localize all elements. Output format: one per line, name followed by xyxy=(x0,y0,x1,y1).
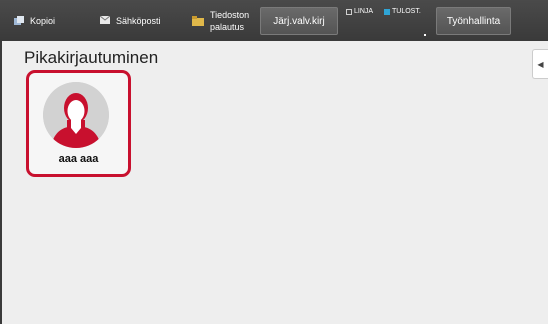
user-silhouette-icon xyxy=(43,82,109,148)
email-icon xyxy=(99,15,111,25)
tab-copy-label: Kopioi xyxy=(30,15,56,26)
status-dot-icon xyxy=(424,34,426,36)
line-indicator-icon xyxy=(346,8,352,15)
tab-copy[interactable]: Kopioi xyxy=(0,0,82,41)
tab-email-label: Sähköposti xyxy=(116,15,161,26)
tab-file-retrieval[interactable]: Tiedoston palautus xyxy=(174,0,260,41)
top-toolbar: Kopioi Sähköposti Tiedoston palautus Jär… xyxy=(0,0,548,41)
copy-icon xyxy=(14,16,24,25)
print-status-label: TULOST. xyxy=(392,8,421,15)
status-indicators: LINJA TULOST. xyxy=(338,0,436,41)
tab-email[interactable]: Sähköposti xyxy=(82,0,174,41)
quick-login-panel: Pikakirjautuminen ◀ aaa aaa xyxy=(0,41,548,324)
job-monitor-button[interactable]: Järj.valv.kirj xyxy=(260,7,338,35)
collapse-arrow-icon: ◀ xyxy=(537,59,544,69)
line-status: LINJA xyxy=(346,8,373,15)
print-status: TULOST. xyxy=(384,8,421,15)
page-title: Pikakirjautuminen xyxy=(24,48,159,67)
user-card[interactable]: aaa aaa xyxy=(26,70,131,177)
folder-icon xyxy=(192,15,204,26)
user-name: aaa aaa xyxy=(58,153,99,165)
side-panel-toggle[interactable]: ◀ xyxy=(532,49,548,79)
line-status-label: LINJA xyxy=(354,8,374,15)
print-indicator-icon xyxy=(384,8,390,15)
job-status-button[interactable]: Työnhallinta xyxy=(436,7,511,35)
tab-file-retrieval-label: Tiedoston palautus xyxy=(210,9,250,32)
